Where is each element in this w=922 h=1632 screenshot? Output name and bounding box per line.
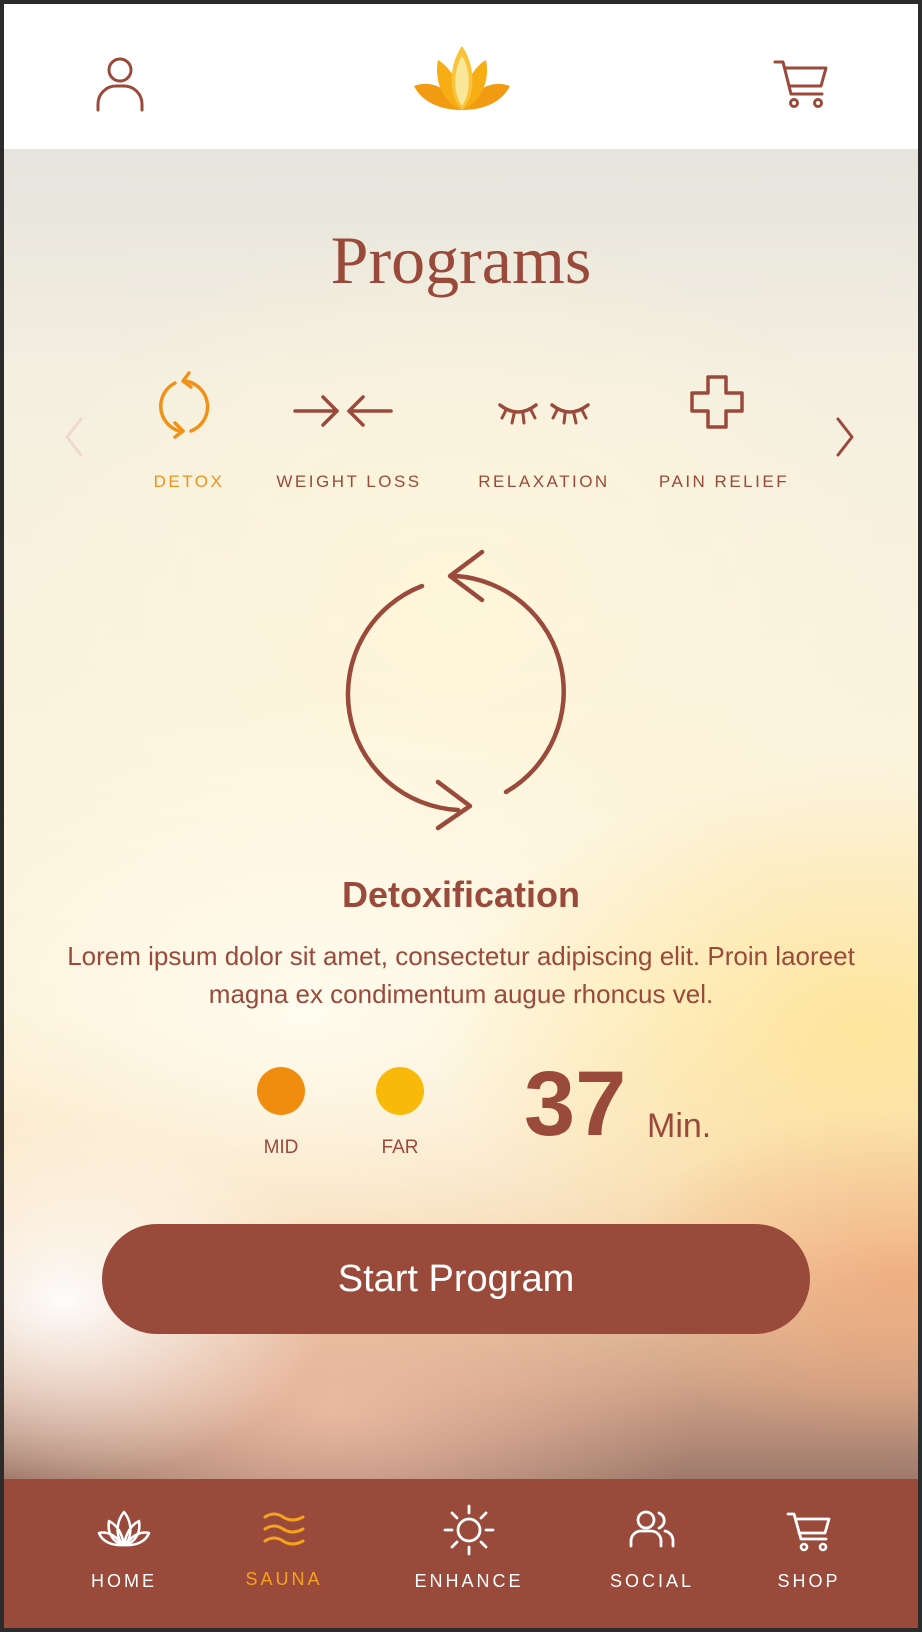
lotus-logo xyxy=(414,46,510,110)
closed-eyes-icon xyxy=(498,403,590,425)
nav-label: SAUNA xyxy=(245,1569,323,1589)
user-icon[interactable] xyxy=(94,54,146,114)
lotus-icon xyxy=(97,1510,151,1547)
top-header xyxy=(4,4,918,149)
duration-unit: Min. xyxy=(647,1107,712,1145)
program-name: Detoxification xyxy=(341,874,581,915)
start-program-button[interactable]: Start Program xyxy=(102,1224,810,1334)
tab-label: WEIGHT LOSS xyxy=(276,472,422,491)
cross-icon xyxy=(690,375,744,429)
heat-level-far-indicator xyxy=(376,1067,424,1115)
cart-icon[interactable] xyxy=(772,54,830,112)
duration-value: 37 xyxy=(524,1053,627,1155)
waves-icon xyxy=(263,1512,305,1546)
tab-label: RELAXATION xyxy=(478,472,610,491)
programs-panel: Programs DETOX WEIGHT LOSS RELAXATION PA… xyxy=(4,149,918,1479)
chevron-left-icon[interactable] xyxy=(59,413,89,461)
refresh-icon xyxy=(345,549,566,831)
heat-level-label: MID xyxy=(263,1137,299,1158)
nav-label: HOME xyxy=(91,1571,157,1591)
tab-pain-relief[interactable]: PAIN RELIEF xyxy=(649,369,799,491)
heat-level-label: FAR xyxy=(381,1137,419,1158)
nav-item-enhance[interactable]: ENHANCE xyxy=(404,1479,534,1628)
nav-item-home[interactable]: HOME xyxy=(69,1479,179,1628)
tab-label: DETOX xyxy=(153,472,225,491)
tab-detox[interactable]: DETOX xyxy=(114,369,264,491)
nav-item-shop[interactable]: SHOP xyxy=(754,1479,864,1628)
page-title: Programs xyxy=(330,222,592,298)
program-description: Lorem ipsum dolor sit amet, consectetur … xyxy=(67,941,855,1009)
nav-label: SOCIAL xyxy=(609,1571,695,1591)
chevron-right-icon[interactable] xyxy=(830,413,860,461)
bottom-nav: HOME SAUNA ENHANCE SOCIAL SHOP xyxy=(4,1479,918,1628)
nav-item-social[interactable]: SOCIAL xyxy=(592,1479,712,1628)
nav-item-sauna[interactable]: SAUNA xyxy=(229,1479,339,1628)
nav-label: SHOP xyxy=(777,1571,841,1591)
nav-label: ENHANCE xyxy=(414,1571,524,1591)
arrows-inward-icon xyxy=(293,395,393,427)
cart-icon xyxy=(786,1512,831,1552)
heat-level-mid-indicator xyxy=(257,1067,305,1115)
users-icon xyxy=(629,1510,675,1548)
tab-weight-loss[interactable]: WEIGHT LOSS xyxy=(269,369,429,491)
tab-relaxation[interactable]: RELAXATION xyxy=(464,369,624,491)
tab-label: PAIN RELIEF xyxy=(658,472,790,491)
refresh-icon xyxy=(159,371,210,439)
sun-icon xyxy=(443,1504,495,1556)
app-screen: Programs DETOX WEIGHT LOSS RELAXATION PA… xyxy=(4,4,918,1628)
